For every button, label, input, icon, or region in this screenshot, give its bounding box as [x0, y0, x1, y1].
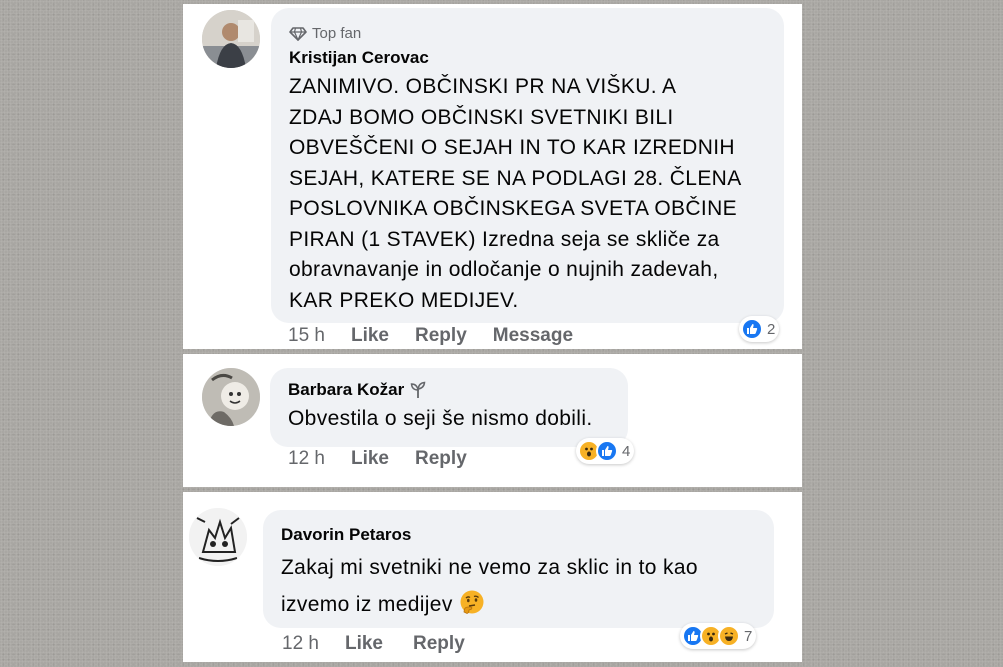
comment-card-3: Davorin Petaros Zakaj mi svetniki ne vem…: [183, 492, 802, 662]
reaction-count: 2: [767, 320, 776, 338]
comment-text-line: izvemo iz medijev: [281, 593, 453, 616]
reaction-summary[interactable]: 2: [739, 316, 780, 342]
comment-author[interactable]: Davorin Petaros: [281, 525, 756, 545]
comment-text: Obvestila o seji še nismo dobili.: [288, 404, 610, 435]
haha-reaction-icon: [718, 625, 740, 647]
diamond-icon: [289, 26, 307, 41]
comment-text-line: OBVEŠČENI O SEJAH IN TO KAR IZREDNIH: [289, 136, 735, 159]
comment-actions: 15 h Like Reply Message: [288, 325, 599, 347]
reply-button[interactable]: Reply: [413, 633, 465, 655]
comment-card-2: Barbara Kožar Obvestila o seji še nismo …: [183, 354, 802, 487]
comment-author[interactable]: Barbara Kožar: [288, 380, 404, 400]
comment-bubble: Davorin Petaros Zakaj mi svetniki ne vem…: [263, 510, 774, 628]
comment-timestamp[interactable]: 12 h: [282, 633, 319, 655]
like-button[interactable]: Like: [351, 325, 389, 347]
comment-timestamp[interactable]: 12 h: [288, 448, 325, 470]
comment-text-line: ZDAJ BOMO OBČINSKI SVETNIKI BILI: [289, 105, 674, 129]
comment-bubble: Barbara Kožar Obvestila o seji še nismo …: [270, 368, 628, 447]
comment-actions: 12 h Like Reply: [282, 633, 491, 655]
comment-text-line: obravnavanje in odločanje o nujnih zadev…: [289, 258, 719, 281]
like-reaction-icon: [596, 440, 618, 462]
reply-button[interactable]: Reply: [415, 448, 467, 470]
reaction-summary[interactable]: 7: [680, 623, 757, 649]
avatar[interactable]: [202, 10, 260, 68]
comment-text-line: PIRAN (1 STAVEK) Izredna seja se skliče …: [289, 227, 720, 251]
avatar[interactable]: [202, 368, 260, 426]
reaction-count: 7: [744, 627, 753, 645]
comment-timestamp[interactable]: 15 h: [288, 325, 325, 347]
like-button[interactable]: Like: [351, 448, 389, 470]
comment-author[interactable]: Kristijan Cerovac: [289, 48, 766, 68]
reaction-summary[interactable]: 4: [576, 438, 635, 464]
comment-text-line: Obvestila o seji še nismo dobili.: [288, 407, 593, 430]
like-button[interactable]: Like: [345, 633, 383, 655]
like-reaction-icon: [741, 318, 763, 340]
comment-text-line: POSLOVNIKA OBČINSKEGA SVETA OBČINE: [289, 197, 737, 220]
comment-text: ZANIMIVO. OBČINSKI PR NA VIŠKU. A ZDAJ B…: [289, 72, 766, 316]
message-button[interactable]: Message: [493, 325, 573, 347]
reaction-count: 4: [622, 442, 631, 460]
comment-bubble: Top fan Kristijan Cerovac ZANIMIVO. OBČI…: [271, 8, 784, 323]
top-fan-badge: Top fan: [289, 25, 766, 42]
comment-text-line: ZANIMIVO. OBČINSKI PR NA VIŠKU. A: [289, 75, 677, 98]
sprout-icon: [410, 381, 426, 399]
comment-card-1: Top fan Kristijan Cerovac ZANIMIVO. OBČI…: [183, 4, 802, 349]
badge-label: Top fan: [312, 25, 362, 42]
comment-actions: 12 h Like Reply: [288, 448, 493, 470]
reply-button[interactable]: Reply: [415, 325, 467, 347]
comment-text: Zakaj mi svetniki ne vemo za sklic in to…: [281, 549, 756, 623]
comment-text-line: Zakaj mi svetniki ne vemo za sklic in to…: [281, 556, 698, 579]
comment-text-line: SEJAH, KATERE SE NA PODLAGI 28. ČLENA: [289, 166, 742, 190]
avatar[interactable]: [189, 508, 247, 566]
thinking-face-emoji: [459, 589, 485, 615]
comment-text-line: KAR PREKO MEDIJEV.: [289, 288, 519, 312]
